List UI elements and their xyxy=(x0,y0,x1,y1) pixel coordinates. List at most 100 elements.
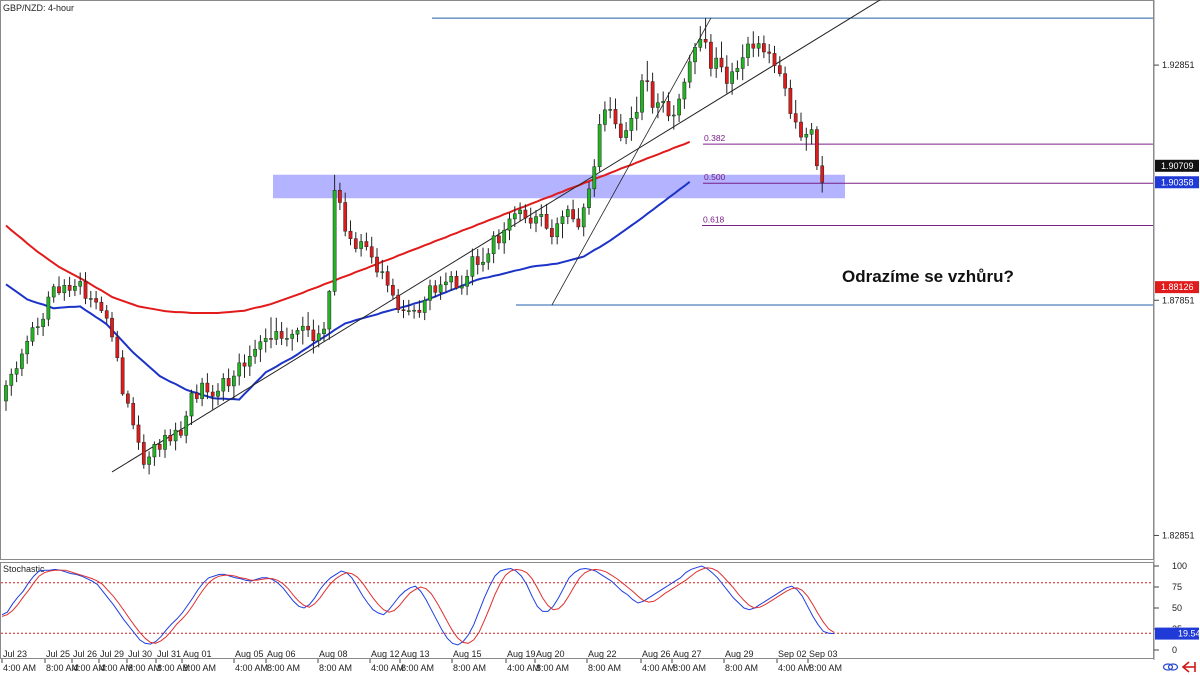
fib-level-label: 0.382 xyxy=(704,133,726,143)
price-tag-label: 1.88126 xyxy=(1161,282,1194,292)
candle-body xyxy=(518,209,522,215)
candle-body xyxy=(163,435,167,450)
link-icon[interactable] xyxy=(1162,663,1179,671)
candle-body xyxy=(20,353,24,369)
candle-body xyxy=(221,378,226,392)
time-tick-hour: 4:00 AM xyxy=(235,663,268,673)
time-tick-date: Jul 25 xyxy=(46,649,70,659)
candle-body xyxy=(576,218,581,228)
chart-canvas: 0.382 0.500 0.618 GBP/NZD: 4-hour Stochast… xyxy=(0,0,1200,673)
time-tick-date: Jul 23 xyxy=(3,649,27,659)
candle-body xyxy=(194,392,199,399)
time-tick-date: Aug 26 xyxy=(642,649,671,659)
candle-body xyxy=(661,101,666,104)
candle-body xyxy=(157,443,162,450)
candle-body xyxy=(693,47,697,63)
candle-body xyxy=(486,253,491,263)
stochastic-value-label: 19.54 xyxy=(1178,629,1200,639)
candle-body xyxy=(550,228,554,238)
time-tick-date: Jul 30 xyxy=(128,649,152,659)
candle-body xyxy=(311,329,316,342)
candle-body xyxy=(762,43,766,53)
time-tick-date: Aug 13 xyxy=(401,649,430,659)
candle-body xyxy=(391,285,395,296)
candle-body xyxy=(629,118,634,131)
candle-body xyxy=(295,330,300,335)
candle-body xyxy=(820,165,825,183)
candle-body xyxy=(512,213,517,220)
candle-body xyxy=(126,393,130,404)
candle-body xyxy=(385,271,390,286)
candle-body xyxy=(57,286,61,294)
candle-body xyxy=(30,327,35,342)
candle-body xyxy=(772,53,777,66)
candle-body xyxy=(253,348,257,357)
time-tick-hour: 8:00 AM xyxy=(453,663,486,673)
time-tick-hour: 4:00 AM xyxy=(778,663,811,673)
candle-body xyxy=(99,301,104,311)
fib-level-label: 0.500 xyxy=(704,172,726,182)
candle-body xyxy=(216,390,220,397)
time-tick-date: Sep 03 xyxy=(809,649,838,659)
candle-body xyxy=(645,80,650,82)
candle-body xyxy=(724,66,729,84)
candle-body xyxy=(624,130,628,138)
indicator-title: Stochastic xyxy=(3,564,45,574)
candle-body xyxy=(640,80,644,113)
candle-body xyxy=(115,336,120,358)
candle-body xyxy=(338,190,342,203)
time-tick-hour: 8:00 AM xyxy=(401,663,434,673)
candle-body xyxy=(316,333,321,342)
candle-body xyxy=(799,121,803,138)
candle-body xyxy=(507,218,512,231)
candle-body xyxy=(539,213,544,217)
candle-body xyxy=(67,285,72,291)
candle-body xyxy=(555,223,560,238)
candle-body xyxy=(597,124,602,167)
candle-body xyxy=(141,442,146,465)
time-tick-hour: 8:00 AM xyxy=(673,663,706,673)
candle-body xyxy=(634,111,639,119)
candle-body xyxy=(285,338,289,340)
candle-body xyxy=(417,309,422,313)
candle-body xyxy=(793,113,798,123)
candle-body xyxy=(104,310,109,319)
candle-body xyxy=(173,429,178,442)
candle-body xyxy=(465,276,469,287)
annotation-text: Odrazíme se vzhůru? xyxy=(842,267,1014,286)
candle-body xyxy=(168,435,173,442)
price-tick-label: 1.92851 xyxy=(1162,60,1195,70)
candle-body xyxy=(210,391,215,397)
time-tick-date: Aug 29 xyxy=(725,649,754,659)
candle-body xyxy=(78,281,83,287)
time-tick-date: Jul 31 xyxy=(157,649,181,659)
candle-body xyxy=(714,57,719,69)
candle-body xyxy=(777,65,782,74)
candle-body xyxy=(523,209,528,219)
time-tick-hour: 8:00 AM xyxy=(267,663,300,673)
candle-body xyxy=(438,284,443,293)
time-tick-date: Aug 27 xyxy=(673,649,702,659)
time-tick-hour: 8:00 AM xyxy=(725,663,758,673)
candle-body xyxy=(274,331,279,340)
candle-body xyxy=(83,281,88,299)
stochastic-tick-label: 75 xyxy=(1172,582,1182,592)
time-tick-date: Aug 01 xyxy=(183,649,212,659)
candle-body xyxy=(88,298,93,300)
candle-body xyxy=(719,57,724,68)
candle-body xyxy=(444,281,448,286)
candle-body xyxy=(152,443,157,458)
candle-body xyxy=(406,310,411,312)
candle-body xyxy=(677,98,681,116)
candle-body xyxy=(491,235,496,255)
arrow-icon[interactable] xyxy=(1181,661,1196,673)
stochastic-axis: 100755025019.54 xyxy=(1154,561,1200,655)
candle-body xyxy=(189,392,194,417)
candle-body xyxy=(544,213,549,229)
time-tick-date: Aug 19 xyxy=(507,649,536,659)
candle-body xyxy=(205,382,210,393)
candle-body xyxy=(120,357,125,395)
candle-body xyxy=(756,43,761,49)
time-tick-date: Aug 08 xyxy=(319,649,348,659)
time-tick-hour: 8:00 AM xyxy=(536,663,569,673)
